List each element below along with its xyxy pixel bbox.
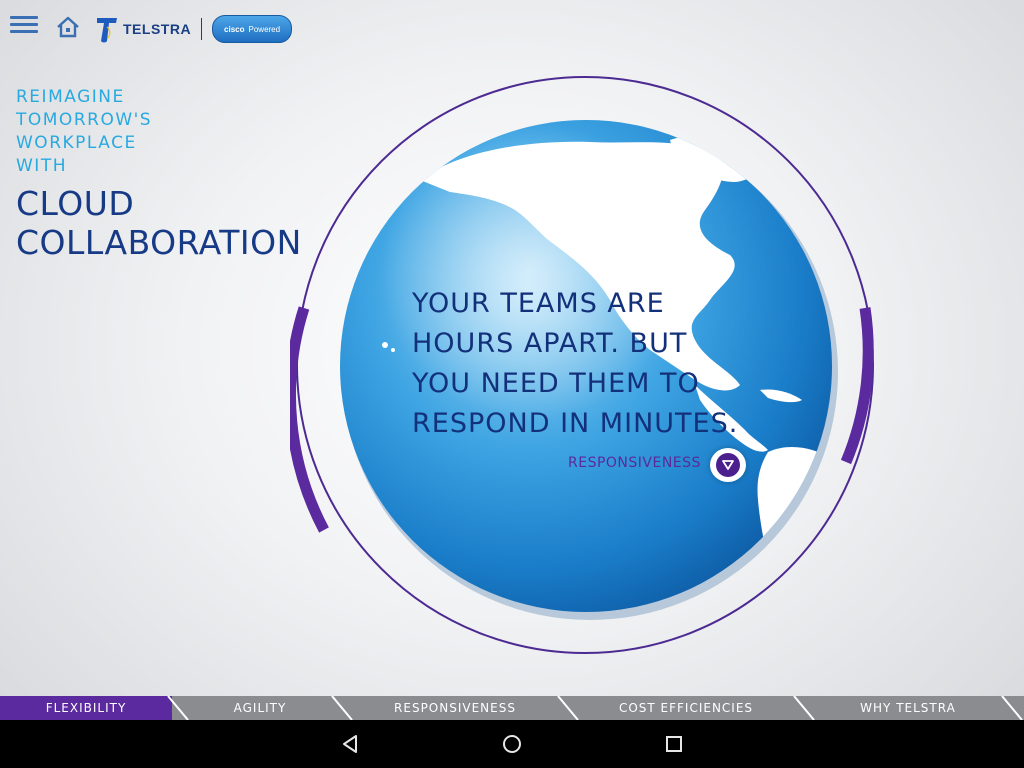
island-hawaii [382, 342, 388, 348]
tab-label: AGILITY [233, 701, 287, 715]
message-line: HOURS APART. BUT [412, 328, 688, 359]
tab-separator [331, 696, 353, 720]
hero-message: YOUR TEAMS ARE HOURS APART. BUT YOU NEED… [412, 284, 752, 444]
message-line: YOU NEED THEM TO [412, 368, 700, 399]
tab-flexibility[interactable]: FLEXIBILITY [0, 696, 172, 720]
headline: REIMAGINE TOMORROW'S WORKPLACE WITH CLOU… [16, 86, 302, 262]
kicker-line: REIMAGINE [16, 87, 125, 107]
system-nav-bar [0, 720, 1024, 768]
kicker-line: TOMORROW'S [16, 110, 153, 130]
topic-label: RESPONSIVENESS [568, 455, 701, 471]
chevron-down-triangle-icon [716, 453, 740, 477]
kicker-line: WORKPLACE [16, 133, 137, 153]
section-tab-bar: FLEXIBILITY AGILITY RESPONSIVENESS COST … [0, 696, 1024, 720]
tab-label: WHY TELSTRA [860, 701, 956, 715]
headline-title: CLOUD COLLABORATION [16, 184, 302, 262]
cisco-powered-badge: cisco Powered [212, 15, 293, 43]
island-hawaii [391, 348, 395, 352]
tab-separator [557, 696, 579, 720]
tab-separator [167, 696, 189, 720]
hamburger-menu-icon[interactable] [10, 16, 38, 36]
right-arc [840, 307, 874, 465]
tab-responsiveness[interactable]: RESPONSIVENESS [346, 696, 564, 720]
title-line: COLLABORATION [16, 223, 302, 262]
message-line: RESPOND IN MINUTES. [412, 408, 739, 439]
message-line: YOUR TEAMS ARE [412, 288, 665, 319]
home-icon[interactable] [55, 15, 81, 39]
topic-expand-button[interactable] [710, 448, 746, 482]
tab-separator [793, 696, 815, 720]
brand-lockup: TELSTRA cisco Powered [96, 12, 293, 46]
left-arc [290, 306, 329, 533]
cisco-logo-word: cisco [224, 24, 245, 34]
brand-divider [201, 18, 203, 40]
title-line: CLOUD [16, 184, 135, 223]
home-circle-icon[interactable] [500, 732, 524, 756]
powered-label: Powered [248, 24, 281, 34]
brand-name: TELSTRA [123, 21, 192, 37]
tab-cost-efficiencies[interactable]: COST EFFICIENCIES [572, 696, 800, 720]
back-triangle-icon[interactable] [338, 732, 362, 756]
tab-agility[interactable]: AGILITY [180, 696, 340, 720]
tab-separator [1001, 696, 1023, 720]
recents-square-icon[interactable] [662, 732, 686, 756]
headline-kicker: REIMAGINE TOMORROW'S WORKPLACE WITH [16, 86, 296, 178]
top-bar: TELSTRA cisco Powered [0, 0, 1024, 60]
tab-label: RESPONSIVENESS [394, 701, 516, 715]
tab-why-telstra[interactable]: WHY TELSTRA [808, 696, 1008, 720]
telstra-logo-icon [97, 18, 117, 43]
kicker-line: WITH [16, 156, 67, 176]
continent-south-america [757, 446, 832, 612]
tab-label: COST EFFICIENCIES [618, 701, 754, 715]
tab-label: FLEXIBILITY [45, 701, 127, 715]
